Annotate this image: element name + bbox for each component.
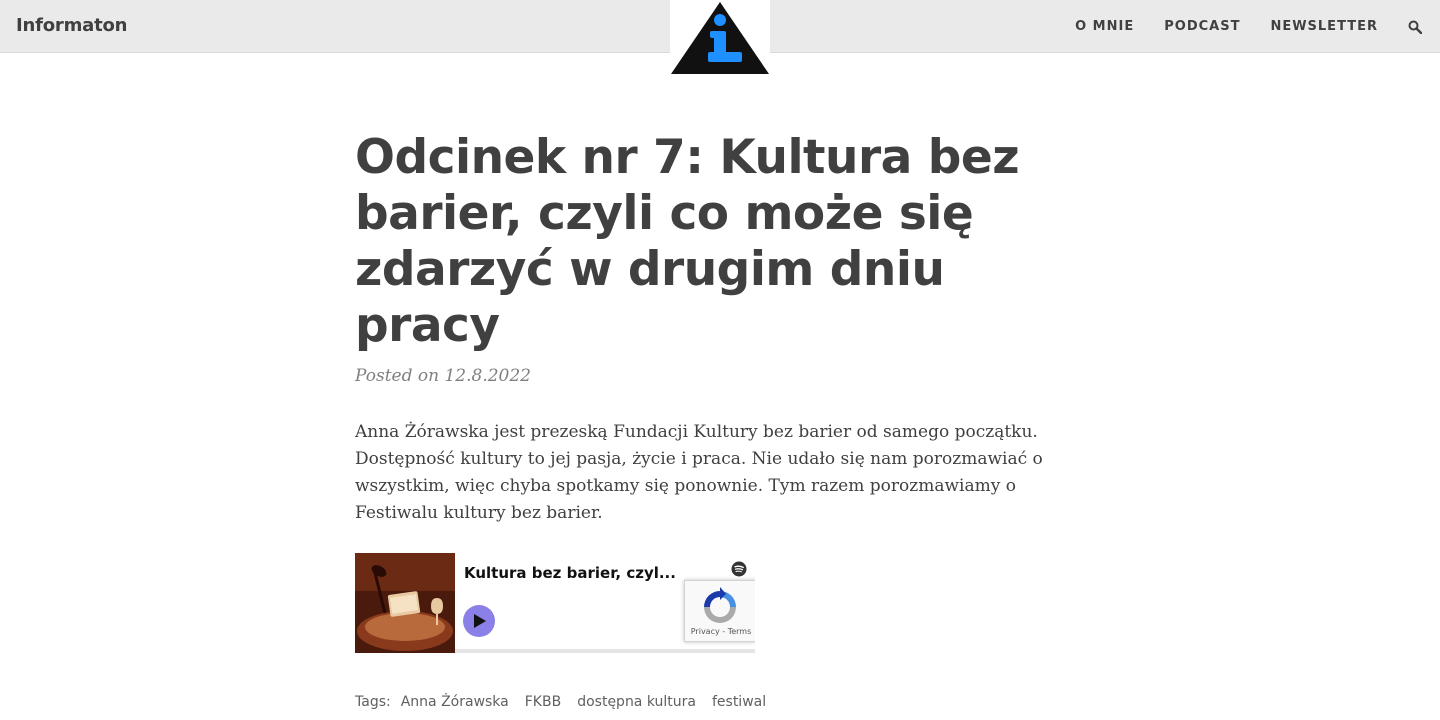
search-icon[interactable] (1408, 19, 1424, 35)
tag-link[interactable]: Anna Żórawska (401, 694, 509, 710)
site-logo[interactable] (670, 0, 770, 76)
post-article: Odcinek nr 7: Kultura bez barier, czyli … (355, 130, 1085, 527)
nav-link-o-mnie[interactable]: O MNIE (1075, 19, 1134, 34)
recaptcha-privacy-terms-link[interactable]: Privacy - Terms (685, 627, 755, 636)
play-button[interactable] (463, 605, 495, 637)
post-body-text: Anna Żórawska jest prezeską Fundacji Kul… (355, 422, 1043, 523)
tag-link[interactable]: dostępna kultura (577, 694, 696, 710)
info-triangle-icon (671, 2, 769, 74)
site-brand-link[interactable]: Informaton (16, 15, 127, 36)
post-date: Posted on 12.8.2022 (355, 366, 531, 386)
tags-label: Tags: (355, 694, 391, 710)
recaptcha-icon (704, 587, 736, 623)
post-title: Odcinek nr 7: Kultura bez barier, czyli … (355, 130, 1020, 353)
podcast-embed-player[interactable]: Kultura bez barier, czyl... Privacy - Te… (355, 553, 755, 653)
nav-link-podcast[interactable]: PODCAST (1164, 19, 1240, 34)
playback-progress-bar[interactable] (455, 649, 755, 653)
tag-link[interactable]: festiwal (712, 694, 766, 710)
play-icon (474, 614, 486, 628)
spotify-icon[interactable] (731, 561, 747, 577)
main-nav: O MNIE PODCAST NEWSLETTER (1045, 0, 1424, 53)
episode-title[interactable]: Kultura bez barier, czyl... (464, 564, 684, 582)
recaptcha-badge[interactable]: Privacy - Terms (684, 580, 755, 642)
top-navbar: Informaton O MNIE PODCAST NEWSLETTER (0, 0, 1440, 76)
episode-cover-image (355, 553, 455, 653)
post-tags: Tags: Anna Żórawska FKBB dostępna kultur… (355, 694, 782, 710)
nav-link-newsletter[interactable]: NEWSLETTER (1270, 19, 1378, 34)
tag-link[interactable]: FKBB (525, 694, 561, 710)
